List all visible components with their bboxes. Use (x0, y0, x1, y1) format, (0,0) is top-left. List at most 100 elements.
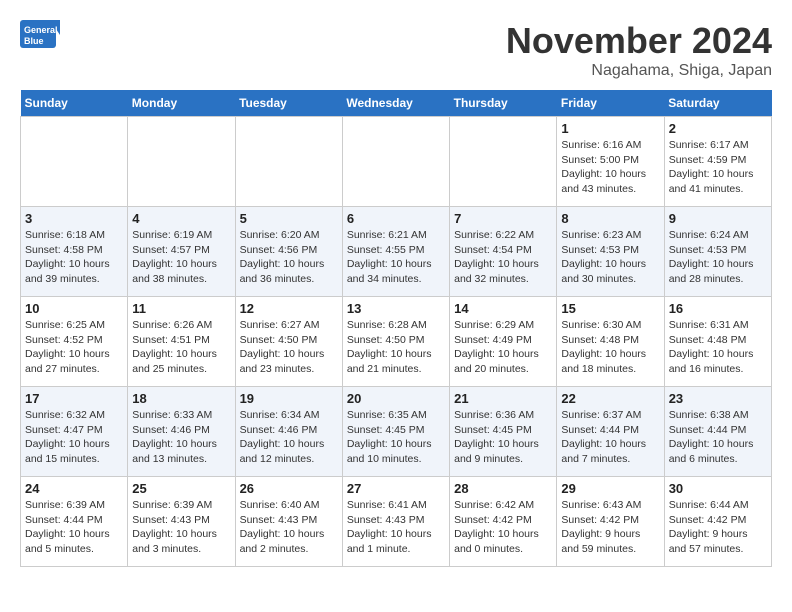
calendar-week-row: 10 Sunrise: 6:25 AM Sunset: 4:52 PM Dayli… (21, 297, 772, 387)
calendar-cell (21, 117, 128, 207)
day-info: Sunrise: 6:20 AM Sunset: 4:56 PM Dayligh… (240, 228, 338, 287)
calendar-cell: 2Sunrise: 6:17 AM Sunset: 4:59 PM Daylig… (664, 117, 771, 207)
day-number: 8 (561, 211, 659, 226)
day-info: Sunrise: 6:25 AM Sunset: 4:52 PM Dayligh… (25, 318, 123, 377)
calendar-week-row: 3 Sunrise: 6:18 AM Sunset: 4:58 PM Daylig… (21, 207, 772, 297)
calendar-cell: 19Sunrise: 6:34 AM Sunset: 4:46 PM Dayli… (235, 387, 342, 477)
calendar-cell: 16Sunrise: 6:31 AM Sunset: 4:48 PM Dayli… (664, 297, 771, 387)
day-number: 17 (25, 391, 123, 406)
day-info: Sunrise: 6:44 AM Sunset: 4:42 PM Dayligh… (669, 498, 767, 557)
day-number: 26 (240, 481, 338, 496)
calendar-cell: 10 Sunrise: 6:25 AM Sunset: 4:52 PM Dayli… (21, 297, 128, 387)
day-number: 12 (240, 301, 338, 316)
day-number: 27 (347, 481, 445, 496)
calendar-cell (128, 117, 235, 207)
weekday-header-row: SundayMondayTuesdayWednesdayThursdayFrid… (21, 90, 772, 117)
day-info: Sunrise: 6:35 AM Sunset: 4:45 PM Dayligh… (347, 408, 445, 467)
calendar-cell: 20 Sunrise: 6:35 AM Sunset: 4:45 PM Dayli… (342, 387, 449, 477)
weekday-header-monday: Monday (128, 90, 235, 117)
logo-icon: General Blue (20, 20, 60, 55)
day-number: 25 (132, 481, 230, 496)
calendar-cell: 21 Sunrise: 6:36 AM Sunset: 4:45 PM Dayli… (450, 387, 557, 477)
day-info: Sunrise: 6:26 AM Sunset: 4:51 PM Dayligh… (132, 318, 230, 377)
calendar-cell: 8 Sunrise: 6:23 AM Sunset: 4:53 PM Daylig… (557, 207, 664, 297)
calendar-cell: 26 Sunrise: 6:40 AM Sunset: 4:43 PM Dayli… (235, 477, 342, 567)
day-info: Sunrise: 6:40 AM Sunset: 4:43 PM Dayligh… (240, 498, 338, 557)
day-number: 15 (561, 301, 659, 316)
month-title: November 2024 (506, 20, 772, 62)
day-number: 29 (561, 481, 659, 496)
day-info: Sunrise: 6:28 AM Sunset: 4:50 PM Dayligh… (347, 318, 445, 377)
calendar-cell: 17 Sunrise: 6:32 AM Sunset: 4:47 PM Dayli… (21, 387, 128, 477)
logo: General Blue (20, 20, 64, 55)
calendar-cell: 4 Sunrise: 6:19 AM Sunset: 4:57 PM Daylig… (128, 207, 235, 297)
calendar-cell: 11Sunrise: 6:26 AM Sunset: 4:51 PM Dayli… (128, 297, 235, 387)
day-number: 24 (25, 481, 123, 496)
day-info: Sunrise: 6:22 AM Sunset: 4:54 PM Dayligh… (454, 228, 552, 287)
day-number: 28 (454, 481, 552, 496)
day-number: 20 (347, 391, 445, 406)
day-info: Sunrise: 6:37 AM Sunset: 4:44 PM Dayligh… (561, 408, 659, 467)
day-info: Sunrise: 6:19 AM Sunset: 4:57 PM Dayligh… (132, 228, 230, 287)
page-header: General Blue November 2024 Nagahama, Shi… (20, 20, 772, 80)
day-info: Sunrise: 6:21 AM Sunset: 4:55 PM Dayligh… (347, 228, 445, 287)
weekday-header-saturday: Saturday (664, 90, 771, 117)
day-info: Sunrise: 6:33 AM Sunset: 4:46 PM Dayligh… (132, 408, 230, 467)
day-info: Sunrise: 6:34 AM Sunset: 4:46 PM Dayligh… (240, 408, 338, 467)
day-info: Sunrise: 6:23 AM Sunset: 4:53 PM Dayligh… (561, 228, 659, 287)
calendar-cell: 27 Sunrise: 6:41 AM Sunset: 4:43 PM Dayli… (342, 477, 449, 567)
day-number: 3 (25, 211, 123, 226)
day-info: Sunrise: 6:27 AM Sunset: 4:50 PM Dayligh… (240, 318, 338, 377)
calendar-cell: 28 Sunrise: 6:42 AM Sunset: 4:42 PM Dayli… (450, 477, 557, 567)
day-number: 13 (347, 301, 445, 316)
calendar-cell (450, 117, 557, 207)
weekday-header-friday: Friday (557, 90, 664, 117)
day-number: 16 (669, 301, 767, 316)
day-info: Sunrise: 6:42 AM Sunset: 4:42 PM Dayligh… (454, 498, 552, 557)
day-info: Sunrise: 6:29 AM Sunset: 4:49 PM Dayligh… (454, 318, 552, 377)
weekday-header-tuesday: Tuesday (235, 90, 342, 117)
calendar-cell: 30Sunrise: 6:44 AM Sunset: 4:42 PM Dayli… (664, 477, 771, 567)
day-info: Sunrise: 6:16 AM Sunset: 5:00 PM Dayligh… (561, 138, 659, 197)
calendar-cell: 9Sunrise: 6:24 AM Sunset: 4:53 PM Daylig… (664, 207, 771, 297)
calendar-cell: 18 Sunrise: 6:33 AM Sunset: 4:46 PM Dayli… (128, 387, 235, 477)
day-info: Sunrise: 6:30 AM Sunset: 4:48 PM Dayligh… (561, 318, 659, 377)
day-number: 1 (561, 121, 659, 136)
calendar-cell: 3 Sunrise: 6:18 AM Sunset: 4:58 PM Daylig… (21, 207, 128, 297)
day-number: 10 (25, 301, 123, 316)
weekday-header-sunday: Sunday (21, 90, 128, 117)
calendar-cell: 23Sunrise: 6:38 AM Sunset: 4:44 PM Dayli… (664, 387, 771, 477)
day-info: Sunrise: 6:18 AM Sunset: 4:58 PM Dayligh… (25, 228, 123, 287)
location: Nagahama, Shiga, Japan (506, 62, 772, 80)
day-info: Sunrise: 6:38 AM Sunset: 4:44 PM Dayligh… (669, 408, 767, 467)
calendar-cell: 15 Sunrise: 6:30 AM Sunset: 4:48 PM Dayli… (557, 297, 664, 387)
day-info: Sunrise: 6:39 AM Sunset: 4:43 PM Dayligh… (132, 498, 230, 557)
weekday-header-thursday: Thursday (450, 90, 557, 117)
day-info: Sunrise: 6:41 AM Sunset: 4:43 PM Dayligh… (347, 498, 445, 557)
day-number: 6 (347, 211, 445, 226)
calendar-cell: 1 Sunrise: 6:16 AM Sunset: 5:00 PM Daylig… (557, 117, 664, 207)
calendar-cell: 29 Sunrise: 6:43 AM Sunset: 4:42 PM Dayli… (557, 477, 664, 567)
calendar-cell: 22 Sunrise: 6:37 AM Sunset: 4:44 PM Dayli… (557, 387, 664, 477)
title-block: November 2024 Nagahama, Shiga, Japan (506, 20, 772, 80)
calendar-cell: 7 Sunrise: 6:22 AM Sunset: 4:54 PM Daylig… (450, 207, 557, 297)
day-info: Sunrise: 6:43 AM Sunset: 4:42 PM Dayligh… (561, 498, 659, 557)
calendar-week-row: 17 Sunrise: 6:32 AM Sunset: 4:47 PM Dayli… (21, 387, 772, 477)
day-number: 14 (454, 301, 552, 316)
calendar-week-row: 1 Sunrise: 6:16 AM Sunset: 5:00 PM Daylig… (21, 117, 772, 207)
day-number: 4 (132, 211, 230, 226)
day-number: 7 (454, 211, 552, 226)
day-number: 21 (454, 391, 552, 406)
svg-text:Blue: Blue (24, 36, 44, 46)
day-info: Sunrise: 6:32 AM Sunset: 4:47 PM Dayligh… (25, 408, 123, 467)
day-number: 22 (561, 391, 659, 406)
day-number: 18 (132, 391, 230, 406)
calendar-cell (342, 117, 449, 207)
day-number: 2 (669, 121, 767, 136)
svg-text:General: General (24, 25, 58, 35)
day-info: Sunrise: 6:39 AM Sunset: 4:44 PM Dayligh… (25, 498, 123, 557)
calendar-cell: 13 Sunrise: 6:28 AM Sunset: 4:50 PM Dayli… (342, 297, 449, 387)
calendar-cell: 6 Sunrise: 6:21 AM Sunset: 4:55 PM Daylig… (342, 207, 449, 297)
day-info: Sunrise: 6:36 AM Sunset: 4:45 PM Dayligh… (454, 408, 552, 467)
day-number: 9 (669, 211, 767, 226)
